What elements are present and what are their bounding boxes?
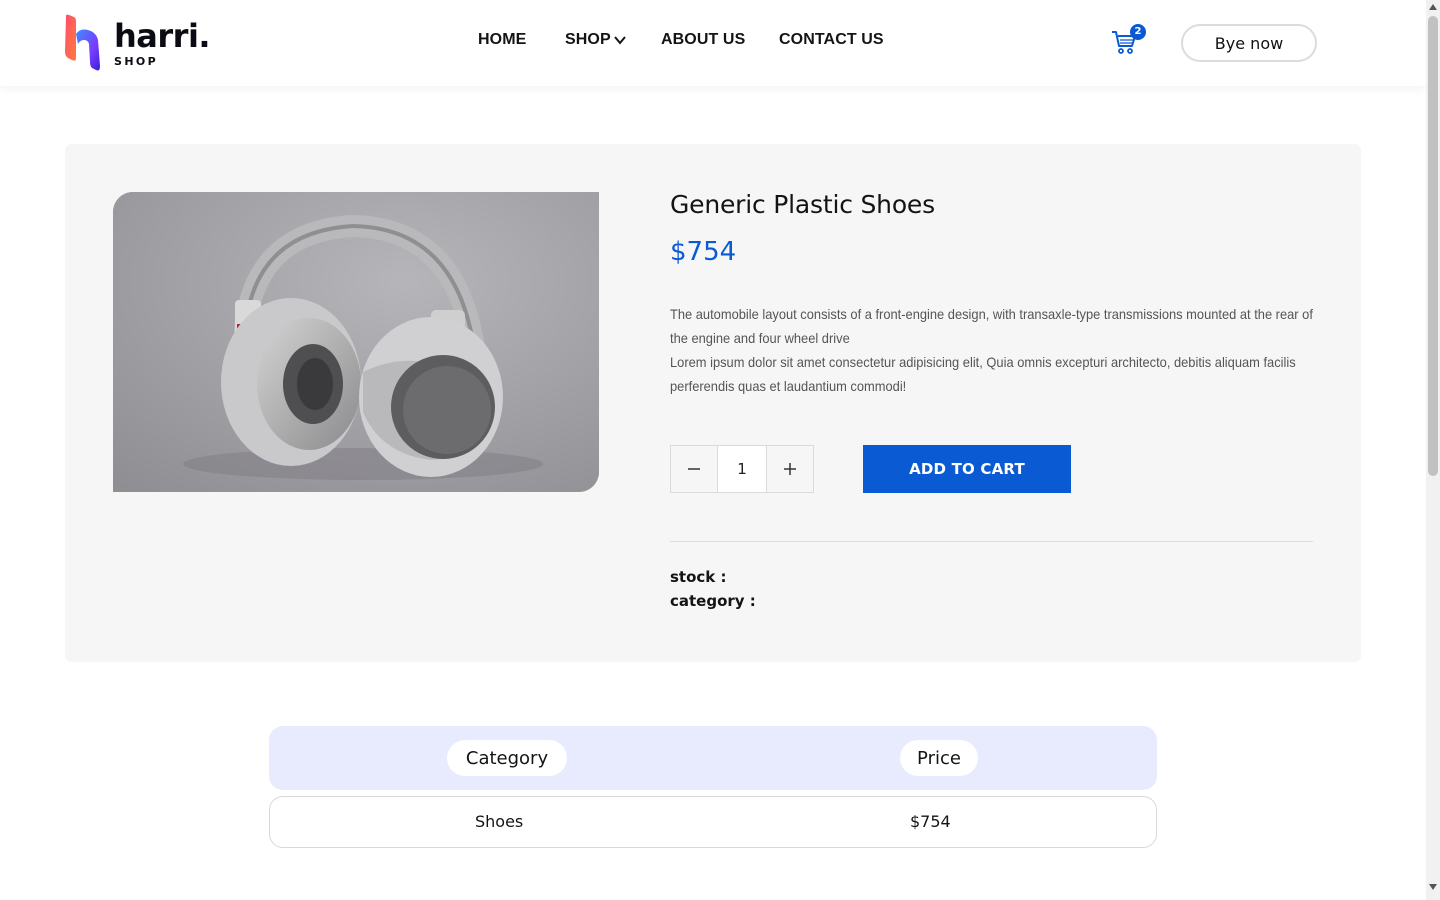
cart-count-badge: 2 [1130,24,1146,40]
bye-now-button[interactable]: Bye now [1181,24,1317,62]
plus-icon [784,463,796,475]
description-line-2: Lorem ipsum dolor sit amet consectetur a… [670,354,1296,394]
logo-wordmark: harri. [114,17,211,55]
scroll-up-arrow-icon[interactable] [1429,4,1437,10]
cell-category: Shoes [475,812,524,831]
divider [670,541,1313,542]
nav-about-label: ABOUT US [661,31,746,48]
add-to-cart-button[interactable]: ADD TO CART [863,445,1071,493]
product-description: The automobile layout consists of a fron… [670,302,1320,398]
quantity-input[interactable]: 1 [718,445,766,493]
logo-subtitle: SHOP [114,55,159,68]
decrease-quantity-button[interactable] [670,445,718,493]
site-header: harri. SHOP HOME SHOP ABOUT US CONTACT U… [0,0,1426,86]
brand-logo[interactable]: harri. SHOP [62,14,212,72]
nav-home[interactable]: HOME [478,31,526,49]
product-image [113,192,599,492]
nav-about-us[interactable]: ABOUT US [661,31,745,49]
headphones-image [113,192,599,492]
nav-contact-label: CONTACT US [779,31,884,48]
nav-shop-label: SHOP [565,31,611,48]
stock-label: stock : [670,568,727,586]
nav-home-label: HOME [478,31,527,48]
column-header-price: Price [900,740,978,776]
scroll-down-arrow-icon[interactable] [1429,884,1437,890]
logo-mark-icon [65,14,100,71]
table-header: Category Price [269,726,1157,790]
scroll-thumb[interactable] [1428,16,1438,476]
table-row: Shoes $754 [269,796,1157,848]
description-line-1: The automobile layout consists of a fron… [670,306,1313,346]
product-detail-panel: Generic Plastic Shoes $754 The automobil… [65,144,1361,662]
quantity-stepper: 1 [670,445,814,493]
column-header-category: Category [447,740,567,776]
product-price: $754 [670,237,737,267]
minus-icon [688,468,700,470]
nav-shop[interactable]: SHOP [565,31,627,49]
product-title: Generic Plastic Shoes [670,190,935,219]
cart-button[interactable]: 2 [1110,24,1150,58]
category-label: category : [670,592,756,610]
page-scrollbar[interactable] [1426,0,1440,900]
nav-contact-us[interactable]: CONTACT US [779,31,884,49]
chevron-down-icon [613,36,626,45]
increase-quantity-button[interactable] [766,445,814,493]
cell-price: $754 [910,812,951,831]
